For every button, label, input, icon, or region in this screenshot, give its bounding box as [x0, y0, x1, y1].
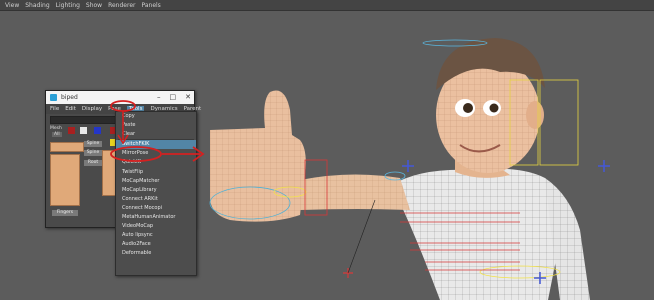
viewport-menubar: View Shading Lighting Show Renderer Pane…: [0, 0, 654, 11]
menu-item-mocapmatcher[interactable]: MoCapMatcher: [116, 177, 196, 186]
menu-item-metahumananimator[interactable]: MetaHumanAnimator: [116, 213, 196, 222]
menu-file[interactable]: File: [50, 106, 59, 112]
menu-item-auto-lipsync[interactable]: Auto lipsync: [116, 231, 196, 240]
viewport-menu-lighting[interactable]: Lighting: [56, 0, 80, 11]
color-swatch-white[interactable]: [80, 127, 87, 134]
viewport-menu-view[interactable]: View: [5, 0, 19, 11]
viewport-menu-panels[interactable]: Panels: [141, 0, 160, 11]
spine-button[interactable]: Spine: [84, 141, 102, 147]
close-icon[interactable]: ✕: [185, 93, 191, 101]
spine-picker[interactable]: [102, 150, 116, 196]
menu-item-copy[interactable]: Copy: [116, 112, 196, 121]
menu-item-mirrorpose[interactable]: MirrorPose: [116, 149, 196, 158]
window-titlebar[interactable]: biped – □ ✕: [46, 91, 194, 104]
app-logo-icon: [50, 94, 57, 101]
spine2-button[interactable]: Spine: [84, 150, 102, 156]
fingers-picker-left[interactable]: [50, 154, 80, 206]
menu-item-quickik[interactable]: QuickIK: [116, 158, 196, 167]
menu-item-switchfkik[interactable]: SwitchFKIK: [116, 140, 196, 150]
viewport-menu-renderer[interactable]: Renderer: [108, 0, 135, 11]
menu-item-audio2face[interactable]: Audio2Face: [116, 240, 196, 249]
menu-item-deformable[interactable]: Deformable: [116, 249, 196, 258]
color-swatch-red[interactable]: [68, 127, 75, 134]
all-button[interactable]: All: [52, 132, 62, 137]
menu-item-twistflip[interactable]: TwistFlip: [116, 168, 196, 177]
color-swatch-blue[interactable]: [94, 127, 101, 134]
maya-viewport[interactable]: View Shading Lighting Show Renderer Pane…: [0, 0, 654, 300]
menu-edit[interactable]: Edit: [65, 106, 76, 112]
root-button[interactable]: Root: [84, 160, 102, 166]
viewport-menu-show[interactable]: Show: [86, 0, 102, 11]
hand-picker-top[interactable]: [50, 142, 84, 152]
fingers-button[interactable]: Fingers: [52, 210, 78, 216]
menu-item-mocaplibrary[interactable]: MoCapLibrary: [116, 186, 196, 195]
menu-item-clear[interactable]: Clear: [116, 130, 196, 139]
tools-dropdown-menu[interactable]: Copy Paste Clear SwitchFKIK MirrorPose Q…: [115, 111, 197, 276]
menu-item-paste[interactable]: Paste: [116, 121, 196, 130]
menu-item-connect-mocopi[interactable]: Connect Mocopi: [116, 204, 196, 213]
menu-item-videomocap[interactable]: VideoMoCap: [116, 222, 196, 231]
mesh-label: Mesh: [50, 126, 62, 131]
viewport-menu-shading[interactable]: Shading: [25, 0, 49, 11]
minimize-icon[interactable]: –: [157, 93, 161, 101]
menu-item-connect-arkit[interactable]: Connect ARKit: [116, 195, 196, 204]
maximize-icon[interactable]: □: [170, 93, 177, 101]
menu-display[interactable]: Display: [82, 106, 102, 112]
window-title: biped: [61, 94, 78, 101]
